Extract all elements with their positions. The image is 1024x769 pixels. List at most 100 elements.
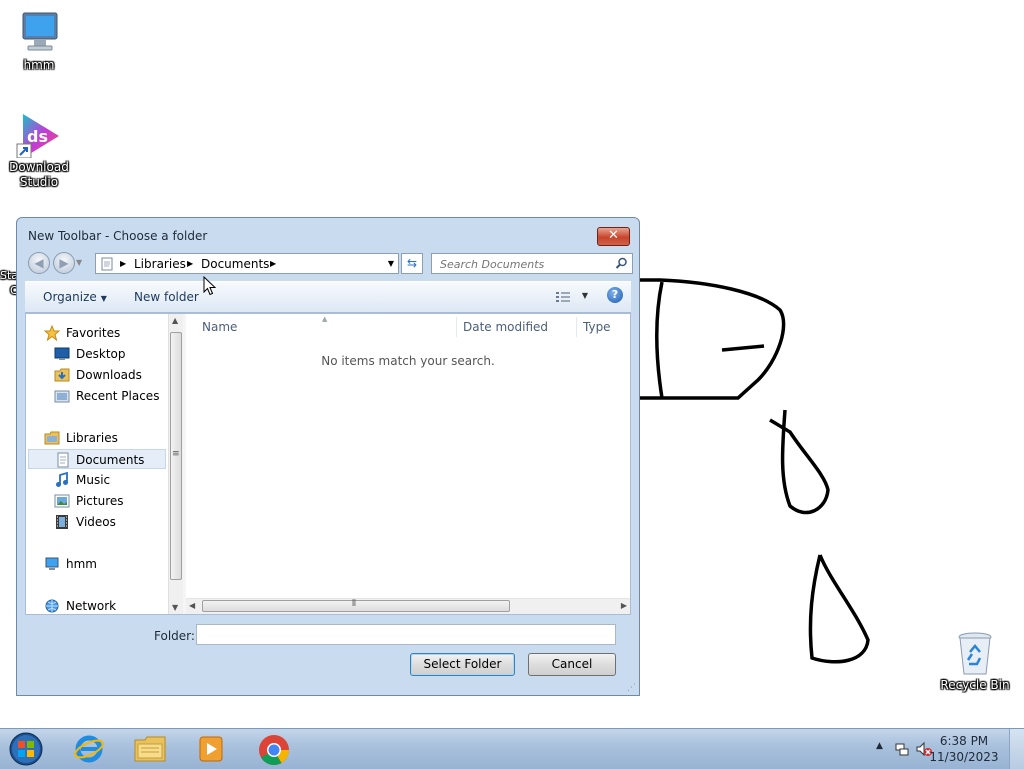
nav-pictures[interactable]: Pictures [54, 491, 164, 511]
nav-music[interactable]: Music [54, 470, 164, 490]
show-hidden-icons-icon[interactable]: ▲ [876, 741, 883, 751]
nav-videos-label: Videos [76, 515, 116, 529]
address-bar[interactable]: ▶ Libraries ▶ Documents ▶ ▼ [95, 253, 399, 274]
h-scroll-grip-icon: ⦀ [352, 599, 356, 609]
scroll-up-icon[interactable]: ▲ [172, 316, 178, 325]
taskbar: ▲ 6:38 PM 11/30/2023 [0, 728, 1024, 769]
column-divider[interactable] [576, 317, 577, 337]
nav-network[interactable]: Network [44, 596, 164, 616]
scroll-right-icon[interactable]: ▶ [621, 601, 627, 610]
nav-documents-label: Documents [76, 453, 145, 467]
nav-downloads[interactable]: Downloads [54, 365, 164, 385]
file-list-h-scrollbar[interactable]: ◀ ⦀ ▶ [186, 598, 630, 614]
back-button[interactable]: ◀ [28, 252, 50, 274]
svg-text:ds: ds [27, 127, 48, 146]
nav-computer[interactable]: hmm [44, 554, 164, 574]
recent-places-icon [54, 390, 70, 403]
computer-icon [22, 12, 58, 51]
desktop-icon-label: Recycle Bin [940, 678, 1010, 692]
address-dropdown-icon[interactable]: ▼ [388, 259, 394, 268]
taskbar-file-explorer[interactable] [124, 732, 176, 766]
recent-pages-dropdown-icon[interactable]: ▼ [76, 258, 82, 267]
h-scroll-thumb[interactable] [202, 600, 510, 612]
dialog-title: New Toolbar - Choose a folder [28, 229, 208, 243]
start-orb-icon[interactable] [6, 731, 46, 767]
mouse-cursor-icon [203, 276, 217, 296]
select-folder-button[interactable]: Select Folder [410, 653, 515, 676]
nav-pane-scrollbar[interactable]: ▲ ≡ ▼ [168, 314, 184, 614]
navigation-pane: Favorites Desktop Downloads Recent Place… [26, 314, 184, 616]
folder-label: Folder: [154, 629, 195, 643]
nav-favorites[interactable]: Favorites [44, 323, 164, 343]
desktop-icon-recycle-bin[interactable]: Recycle Bin [937, 632, 1013, 693]
nav-favorites-label: Favorites [66, 326, 121, 340]
column-type[interactable]: Type [583, 314, 611, 338]
scroll-down-icon[interactable]: ▼ [172, 603, 178, 612]
nav-libraries[interactable]: Libraries [44, 428, 164, 448]
internet-explorer-icon [74, 735, 104, 763]
help-icon[interactable]: ? [607, 287, 623, 303]
back-arrow-icon: ◀ [34, 256, 44, 270]
scroll-left-icon[interactable]: ◀ [189, 601, 195, 610]
taskbar-internet-explorer[interactable] [63, 732, 115, 766]
organize-button[interactable]: Organize ▼ [43, 290, 107, 304]
chrome-icon [259, 735, 289, 766]
nav-desktop-label: Desktop [76, 347, 126, 361]
taskbar-chrome[interactable] [248, 732, 300, 766]
desktop-icon-partial[interactable]: Sta C [0, 268, 19, 298]
nav-videos[interactable]: Videos [54, 512, 164, 532]
search-box[interactable] [431, 253, 633, 274]
close-button[interactable]: ✕ [597, 227, 630, 246]
breadcrumb-documents[interactable]: Documents [201, 257, 269, 271]
desktop-icon-partial-label: C [10, 284, 18, 297]
column-divider[interactable] [456, 317, 457, 337]
folder-input[interactable] [196, 624, 616, 645]
breadcrumb-separator-icon[interactable]: ▶ [187, 259, 193, 268]
choose-folder-dialog: New Toolbar - Choose a folder ✕ ◀ ▶ ▼ ▶ … [16, 217, 640, 696]
refresh-button[interactable]: ⇆ [401, 253, 423, 274]
clock-date[interactable]: 11/30/2023 [924, 750, 1004, 764]
desktop-icon-hmm[interactable]: hmm [1, 10, 77, 73]
nav-recent-places[interactable]: Recent Places [54, 386, 168, 406]
change-view-icon[interactable] [555, 291, 571, 303]
videos-icon [56, 515, 68, 529]
search-input[interactable] [438, 256, 612, 273]
breadcrumb-separator-icon[interactable]: ▶ [270, 259, 276, 268]
empty-message: No items match your search. [321, 354, 495, 368]
command-bar: Organize ▼ New folder ▼ ? [25, 281, 631, 313]
breadcrumb-libraries[interactable]: Libraries [134, 257, 186, 271]
column-date-modified[interactable]: Date modified [463, 314, 548, 338]
documents-icon [57, 452, 69, 468]
browser-body: Favorites Desktop Downloads Recent Place… [25, 313, 631, 615]
title-bar[interactable]: New Toolbar - Choose a folder ✕ [17, 218, 639, 252]
column-name[interactable]: Name [202, 314, 237, 338]
desktop-drawing [630, 278, 870, 664]
desktop-folder-icon [54, 347, 70, 360]
network-icon [45, 599, 59, 613]
forward-button[interactable]: ▶ [53, 252, 75, 274]
search-icon [615, 257, 627, 269]
new-folder-button[interactable]: New folder [134, 290, 199, 304]
music-icon [56, 472, 68, 487]
network-status-icon[interactable] [894, 741, 910, 757]
media-player-icon [199, 736, 223, 762]
libraries-icon [44, 431, 60, 445]
nav-computer-label: hmm [66, 557, 97, 571]
show-desktop-button[interactable] [1009, 729, 1024, 769]
nav-downloads-label: Downloads [76, 368, 142, 382]
breadcrumb-separator-icon[interactable]: ▶ [120, 259, 126, 268]
desktop-icon-download-studio[interactable]: ds Download Studio [1, 112, 77, 190]
nav-libraries-label: Libraries [66, 431, 118, 445]
nav-network-label: Network [66, 599, 117, 613]
resize-grip-icon[interactable]: ⋰ [627, 683, 636, 693]
clock-time[interactable]: 6:38 PM [924, 734, 1004, 748]
cancel-button[interactable]: Cancel [528, 653, 616, 676]
nav-desktop[interactable]: Desktop [54, 344, 164, 364]
view-options-dropdown-icon[interactable]: ▼ [582, 291, 588, 300]
taskbar-media-player[interactable] [185, 732, 237, 766]
navigation-row: ◀ ▶ ▼ ▶ Libraries ▶ Documents ▶ ▼ ⇆ [25, 252, 633, 276]
desktop-icon-label: Download Studio [9, 160, 69, 189]
nav-documents[interactable]: Documents [28, 449, 166, 469]
desktop-icon-partial-label: Sta [0, 269, 19, 282]
organize-label: Organize [43, 290, 97, 304]
